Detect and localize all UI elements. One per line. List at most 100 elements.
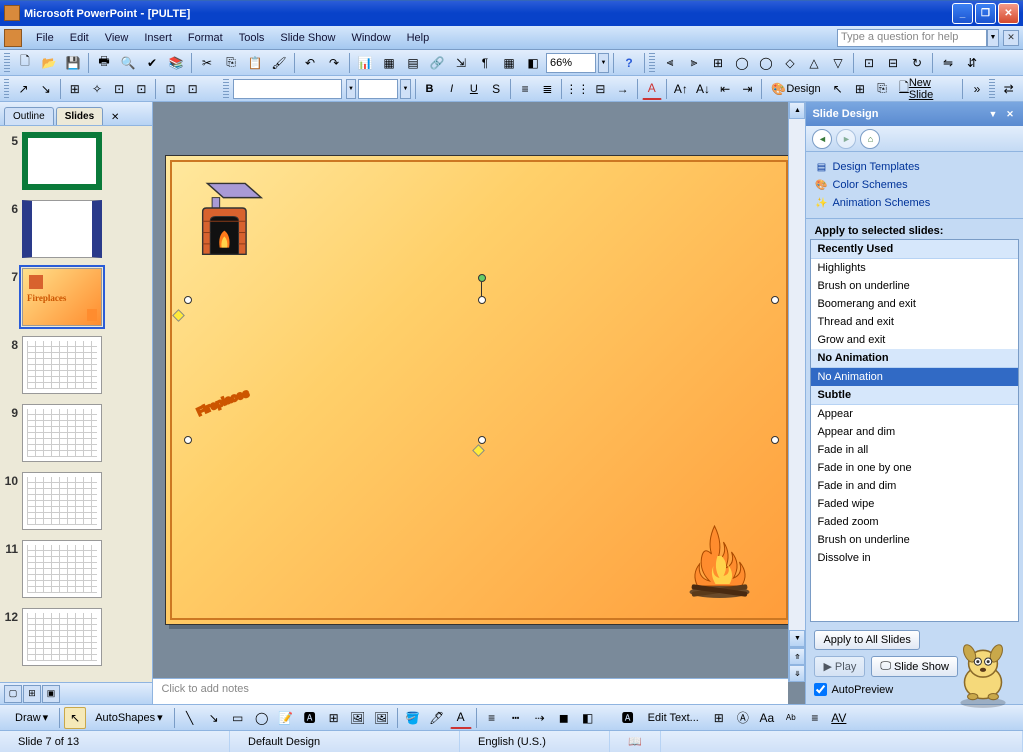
rotate-icon[interactable]: ↻ — [906, 52, 928, 74]
menu-edit[interactable]: Edit — [62, 29, 97, 47]
expand-all-icon[interactable]: ⇲ — [450, 52, 472, 74]
font-dropdown[interactable]: ▼ — [346, 79, 356, 99]
normal-view-icon[interactable]: ▢ — [4, 685, 22, 703]
scheme-item[interactable]: Appear — [811, 405, 1018, 423]
wordart-icon[interactable]: 🅰 — [299, 707, 321, 729]
autopreview-checkbox[interactable]: AutoPreview — [814, 683, 1015, 696]
thumb-image[interactable] — [22, 336, 102, 394]
thumb-image[interactable] — [22, 132, 102, 190]
edit-text-button[interactable]: Edit Text... — [641, 709, 706, 727]
help-search-input[interactable]: Type a question for help — [837, 29, 987, 47]
group-icon[interactable]: ⊡ — [858, 52, 880, 74]
link-animation-schemes[interactable]: ✨Animation Schemes — [814, 194, 1015, 212]
scheme-item[interactable]: Appear and dim — [811, 423, 1018, 441]
copy-icon[interactable]: ⎘ — [220, 52, 242, 74]
prev-slide-icon[interactable]: ⤊ — [789, 648, 805, 665]
thumbnail-11[interactable]: 11 — [4, 540, 148, 598]
taskpane-close-icon[interactable]: ✕ — [1003, 107, 1017, 121]
ungroup-icon[interactable]: ⊟ — [882, 52, 904, 74]
arrow1-icon[interactable]: ↗ — [13, 78, 33, 100]
align-left-icon[interactable]: ⫷ — [659, 52, 681, 74]
menu-slideshow[interactable]: Slide Show — [272, 29, 343, 47]
toolbar-grip-2[interactable] — [649, 53, 655, 73]
insert-wordart-icon[interactable]: 🅰 — [617, 707, 639, 729]
print-preview-icon[interactable]: 🔍 — [117, 52, 139, 74]
layout-icon[interactable]: ⊞ — [850, 78, 870, 100]
transition-icon[interactable]: ⇄ — [999, 78, 1019, 100]
snap-icon[interactable]: ⊞ — [65, 78, 85, 100]
bullets-icon[interactable]: ⋮⋮ — [566, 78, 588, 100]
mdi-close-button[interactable]: ✕ — [1003, 30, 1019, 46]
autopreview-input[interactable] — [814, 683, 827, 696]
show-formatting-icon[interactable]: ¶ — [474, 52, 496, 74]
thumbnail-8[interactable]: 8 — [4, 336, 148, 394]
tab-outline[interactable]: Outline — [4, 107, 54, 125]
wordart-shape-icon[interactable]: Ⓐ — [732, 707, 754, 729]
spelling-icon[interactable]: ✔ — [141, 52, 163, 74]
toolbar-grip-3[interactable] — [4, 79, 9, 99]
help-dropdown[interactable]: ▼ — [987, 29, 999, 47]
color-grayscale-icon[interactable]: ◧ — [522, 52, 544, 74]
insert-hyperlink-icon[interactable]: 🔗 — [426, 52, 448, 74]
distribute-v-icon[interactable]: ◯ — [755, 52, 777, 74]
font-size-input[interactable] — [358, 79, 398, 99]
status-spell-icon[interactable]: 📖 — [610, 731, 661, 752]
tabs-close-icon[interactable]: ✕ — [107, 109, 123, 125]
new-icon[interactable]: 🗋 — [14, 52, 36, 74]
align-center-icon[interactable]: ⫸ — [683, 52, 705, 74]
3d-style-icon[interactable]: ◧ — [577, 707, 599, 729]
decr-font-icon[interactable]: A↓ — [693, 78, 713, 100]
autoshapes-menu[interactable]: AutoShapes ▾ — [88, 708, 169, 727]
nav-back-icon[interactable]: ◄ — [812, 129, 832, 149]
diagram-icon[interactable]: ⊞ — [323, 707, 345, 729]
zoom-input[interactable]: 66% — [546, 53, 596, 73]
nudge3-icon[interactable]: ⊡ — [131, 78, 151, 100]
apply-all-button[interactable]: Apply to All Slides — [814, 630, 919, 650]
scheme-item[interactable]: Boomerang and exit — [811, 295, 1018, 313]
copy-slide-icon[interactable]: ⎘ — [872, 78, 892, 100]
wordart-vertical-icon[interactable]: Ab — [780, 707, 802, 729]
flip-h-icon[interactable]: ⇋ — [937, 52, 959, 74]
overflow-icon[interactable]: » — [967, 78, 987, 100]
clipart-icon[interactable]: 🖼 — [347, 707, 369, 729]
scheme-item[interactable]: Fade in one by one — [811, 459, 1018, 477]
line-style-icon[interactable]: ≡ — [481, 707, 503, 729]
select-icon[interactable]: ↖ — [828, 78, 848, 100]
undo-icon[interactable]: ↶ — [299, 52, 321, 74]
tables-borders-icon[interactable]: ▤ — [402, 52, 424, 74]
slide-canvas[interactable]: Fireplaces — [165, 155, 793, 625]
nav-home-icon[interactable]: ⌂ — [860, 129, 880, 149]
design-button[interactable]: 🎨 Design — [766, 78, 825, 100]
fill-color-icon[interactable]: 🪣 — [402, 707, 424, 729]
insert-table-icon[interactable]: ▦ — [378, 52, 400, 74]
select-objects-icon[interactable]: ↖ — [64, 707, 86, 729]
demote-icon[interactable]: ⇥ — [737, 78, 757, 100]
numbering-icon[interactable]: ⊟ — [590, 78, 610, 100]
more-icon[interactable]: ⊡ — [160, 78, 180, 100]
thumbnail-5[interactable]: 5 — [4, 132, 148, 190]
scheme-item[interactable]: Highlights — [811, 259, 1018, 277]
shape2-icon[interactable]: △ — [803, 52, 825, 74]
scheme-item[interactable]: Faded wipe — [811, 495, 1018, 513]
picture-icon[interactable]: 🖼 — [371, 707, 393, 729]
toolbar-grip[interactable] — [4, 53, 10, 73]
thumb-image[interactable]: Fireplaces — [22, 268, 102, 326]
more2-icon[interactable]: ⊡ — [183, 78, 203, 100]
distribute-h-icon[interactable]: ◯ — [731, 52, 753, 74]
menu-file[interactable]: File — [28, 29, 62, 47]
promote-icon[interactable]: ⇤ — [715, 78, 735, 100]
menu-insert[interactable]: Insert — [136, 29, 180, 47]
font-color-icon[interactable]: A — [642, 78, 662, 100]
increase-indent-icon[interactable]: → — [613, 78, 633, 100]
minimize-button[interactable]: _ — [952, 3, 973, 24]
textbox-icon[interactable]: 📝 — [275, 707, 297, 729]
maximize-button[interactable]: ❐ — [975, 3, 996, 24]
line-color-icon[interactable]: 🖊 — [426, 707, 448, 729]
italic-icon[interactable]: I — [442, 78, 462, 100]
thumbnail-12[interactable]: 12 — [4, 608, 148, 666]
status-language[interactable]: English (U.S.) — [460, 731, 610, 752]
menu-tools[interactable]: Tools — [231, 29, 273, 47]
slideshow-button[interactable]: 🖵 Slide Show — [871, 656, 958, 677]
scroll-down-icon[interactable]: ▼ — [789, 630, 805, 647]
scheme-item[interactable]: Dissolve in — [811, 549, 1018, 567]
